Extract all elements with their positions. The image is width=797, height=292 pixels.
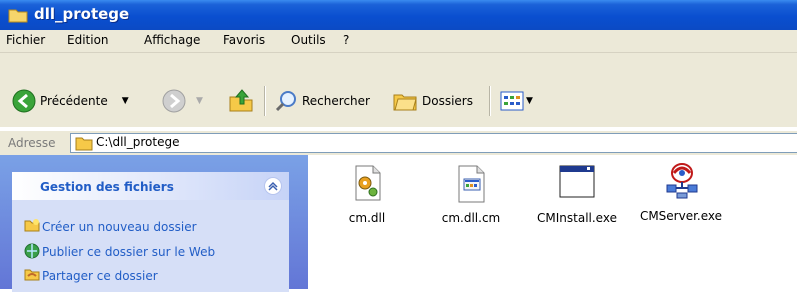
menu-affichage[interactable]: Affichage: [144, 33, 200, 47]
file-name: cm.dll: [348, 211, 386, 225]
back-button[interactable]: Précédente ▼: [12, 89, 129, 113]
search-button[interactable]: Rechercher: [274, 89, 370, 113]
address-field[interactable]: C:\dll_protege: [70, 133, 797, 153]
search-label: Rechercher: [302, 94, 370, 108]
network-server-icon: [666, 163, 698, 199]
menu-fichier[interactable]: Fichier: [6, 33, 45, 47]
menu-favoris[interactable]: Favoris: [223, 33, 265, 47]
application-window-icon: [559, 165, 595, 198]
back-label: Précédente: [40, 94, 108, 108]
folders-icon: [393, 94, 417, 111]
views-button[interactable]: ▼: [500, 91, 533, 111]
task-panel-header[interactable]: Gestion des fichiers: [12, 172, 289, 200]
task-pane: Gestion des fichiers Créer un nouveau do…: [0, 155, 308, 292]
task-link-share-folder[interactable]: Partager ce dossier: [42, 269, 158, 283]
file-icon: [458, 165, 485, 203]
task-panel-title: Gestion des fichiers: [40, 180, 174, 194]
back-dropdown-icon[interactable]: ▼: [122, 96, 129, 106]
file-item[interactable]: CMServer.exe: [636, 163, 726, 243]
folders-button[interactable]: Dossiers: [392, 89, 473, 113]
back-arrow-icon: [12, 89, 36, 113]
file-item[interactable]: cm.dll.cm: [426, 165, 516, 245]
share-folder-icon: [24, 267, 40, 284]
address-label: Adresse: [8, 136, 56, 150]
folder-icon: [75, 137, 93, 151]
publish-web-icon: [24, 243, 40, 262]
address-bar: Adresse C:\dll_protege: [0, 130, 797, 156]
new-folder-icon: [24, 218, 40, 235]
folders-label: Dossiers: [422, 94, 473, 108]
up-folder-icon: [229, 89, 253, 112]
views-dropdown-icon[interactable]: ▼: [526, 96, 533, 106]
toolbar: Précédente ▼ ▼ Rechercher Dossiers ▼: [0, 53, 797, 127]
title-bar[interactable]: dll_protege: [0, 0, 797, 30]
forward-arrow-icon: [162, 89, 186, 113]
menu-outils[interactable]: Outils: [291, 33, 326, 47]
file-item[interactable]: cm.dll: [322, 165, 412, 245]
up-folder-button[interactable]: [228, 87, 254, 113]
window-title: dll_protege: [34, 5, 130, 23]
forward-dropdown-icon[interactable]: ▼: [196, 96, 203, 106]
file-name: cm.dll.cm: [441, 211, 501, 225]
forward-button[interactable]: ▼: [162, 89, 203, 113]
menu-bar: Fichier Edition Affichage Favoris Outils…: [0, 30, 797, 53]
file-name: CMServer.exe: [639, 209, 723, 223]
views-icon: [500, 91, 524, 111]
task-link-publish-web[interactable]: Publier ce dossier sur le Web: [42, 245, 215, 259]
folder-icon: [8, 7, 28, 26]
task-link-new-folder[interactable]: Créer un nouveau dossier: [42, 220, 197, 234]
menu-edition[interactable]: Edition: [67, 33, 109, 47]
address-path: C:\dll_protege: [96, 135, 180, 149]
menu-help[interactable]: ?: [343, 33, 349, 47]
file-name: CMInstall.exe: [537, 211, 617, 225]
collapse-chevron-icon[interactable]: [264, 177, 282, 195]
content-area: Gestion des fichiers Créer un nouveau do…: [0, 155, 797, 292]
search-icon: [275, 91, 296, 112]
dll-gear-icon: [355, 165, 381, 201]
file-item[interactable]: CMInstall.exe: [532, 165, 622, 245]
file-tasks-panel: Gestion des fichiers Créer un nouveau do…: [12, 172, 289, 292]
